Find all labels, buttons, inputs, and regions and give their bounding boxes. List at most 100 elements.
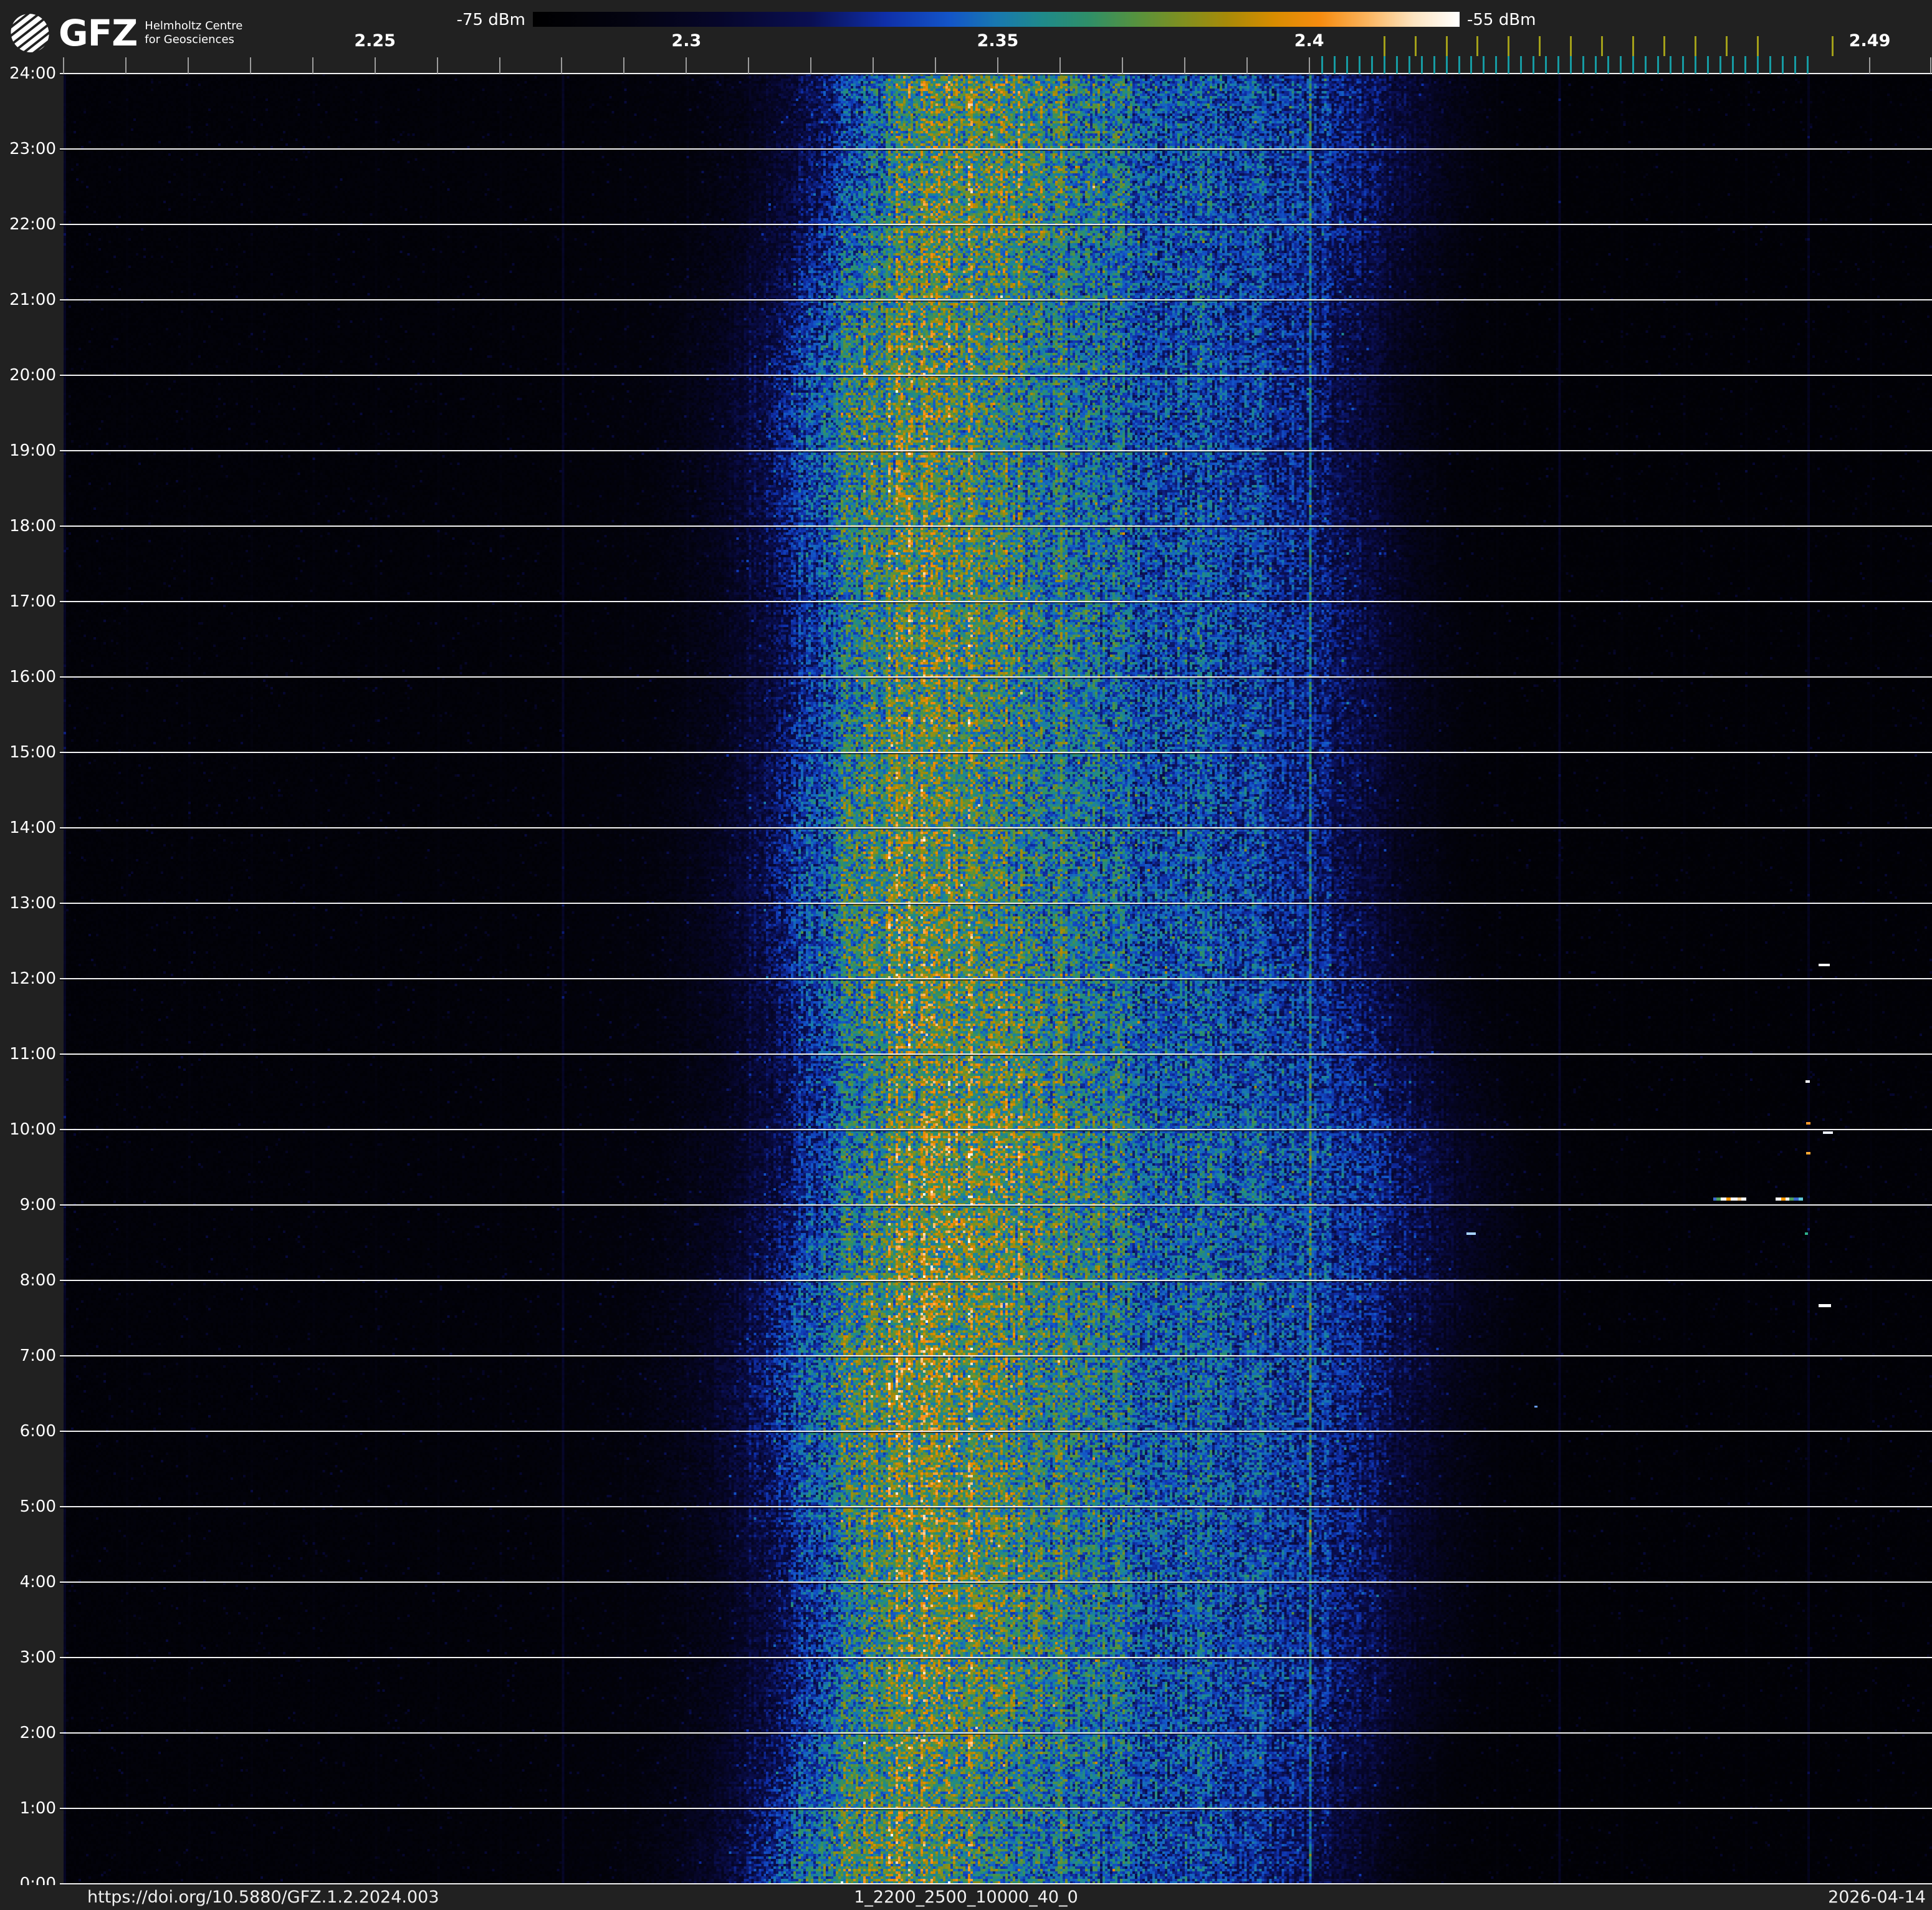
time-gridline	[60, 73, 1932, 74]
footer-doi: https://doi.org/10.5880/GFZ.1.2.2024.003	[87, 1885, 439, 1910]
freq-tick	[561, 57, 562, 74]
ble-channel-tick	[1483, 56, 1485, 74]
freq-tick	[1059, 57, 1061, 74]
ble-channel-tick	[1757, 56, 1759, 74]
signal-blip-segment	[1776, 1197, 1781, 1201]
ble-channel-tick	[1682, 56, 1684, 74]
signal-blip-segment	[1794, 1197, 1799, 1201]
freq-tick	[125, 57, 127, 74]
time-gridline	[60, 525, 1932, 527]
time-label: 14:00	[0, 818, 56, 837]
ble-channel-tick	[1557, 56, 1559, 74]
time-label: 16:00	[0, 668, 56, 686]
ble-channel-tick	[1458, 56, 1460, 74]
footer: 1_2200_2500_10000_40_0 https://doi.org/1…	[0, 1885, 1932, 1910]
freq-tick	[1246, 57, 1248, 74]
wifi-channel-tick	[1508, 36, 1509, 56]
time-label: 8:00	[0, 1271, 56, 1290]
freq-tick	[312, 57, 313, 74]
freq-tick	[375, 57, 376, 74]
freq-tick-label: 2.3	[649, 31, 724, 50]
signal-blip-segment	[1721, 1197, 1726, 1201]
freq-tick-label: 2.49	[1832, 31, 1907, 50]
freq-tick	[873, 57, 874, 74]
ble-channel-tick	[1595, 56, 1597, 74]
time-label: 18:00	[0, 517, 56, 535]
time-gridline	[60, 1355, 1932, 1356]
wifi-channel-tick	[1384, 36, 1385, 56]
freq-tick	[63, 57, 64, 74]
ble-channel-tick	[1744, 56, 1746, 74]
freq-tick	[1184, 57, 1185, 74]
ble-channel-tick	[1632, 56, 1634, 74]
time-label: 15:00	[0, 743, 56, 762]
colorbar-min-label: -75 dBm	[0, 11, 525, 29]
time-label: 4:00	[0, 1573, 56, 1591]
signal-blip	[1823, 1131, 1833, 1134]
time-label: 2:00	[0, 1724, 56, 1742]
time-gridline	[60, 903, 1932, 904]
wifi-channel-tick	[1663, 36, 1665, 56]
freq-tick-label: 2.25	[338, 31, 413, 50]
time-gridline	[60, 1883, 1932, 1884]
wifi-channel-tick	[1570, 36, 1572, 56]
wifi-channel-tick	[1415, 36, 1417, 56]
wifi-channel-tick	[1695, 36, 1696, 56]
time-label: 12:00	[0, 969, 56, 988]
freq-tick	[935, 57, 936, 74]
time-label: 13:00	[0, 894, 56, 913]
freq-tick	[623, 57, 624, 74]
ble-channel-tick	[1645, 56, 1647, 74]
time-label: 7:00	[0, 1346, 56, 1365]
ble-channel-tick	[1607, 56, 1609, 74]
time-gridline	[60, 752, 1932, 753]
ble-channel-tick	[1582, 56, 1584, 74]
signal-blip	[1805, 1080, 1810, 1083]
time-label: 9:00	[0, 1196, 56, 1214]
time-label: 24:00	[0, 64, 56, 83]
freq-tick	[748, 57, 749, 74]
time-gridline	[60, 1657, 1932, 1658]
ble-channel-tick	[1695, 56, 1696, 74]
freq-tick	[810, 57, 811, 74]
signal-blip	[1806, 1122, 1810, 1125]
time-gridline	[60, 1129, 1932, 1130]
wifi-channel-tick	[1446, 36, 1448, 56]
signal-blip-segment	[1731, 1197, 1738, 1201]
wifi-channel-tick	[1632, 36, 1634, 56]
time-gridline	[60, 1808, 1932, 1809]
ble-channel-tick	[1346, 56, 1348, 74]
time-label: 11:00	[0, 1045, 56, 1063]
ble-channel-tick	[1670, 56, 1671, 74]
time-gridline	[60, 978, 1932, 979]
time-label: 10:00	[0, 1120, 56, 1139]
wifi-channel-tick	[1757, 36, 1759, 56]
time-label: 5:00	[0, 1497, 56, 1516]
signal-blip-segment	[1799, 1197, 1803, 1201]
ble-channel-tick	[1807, 56, 1809, 74]
footer-date: 2026-04-14	[1828, 1885, 1926, 1910]
time-gridline	[60, 676, 1932, 678]
freq-tick-label: 2.35	[960, 31, 1035, 50]
ble-channel-tick	[1719, 56, 1721, 74]
time-gridline	[60, 1581, 1932, 1583]
time-label: 1:00	[0, 1799, 56, 1818]
ble-channel-tick	[1495, 56, 1497, 74]
freq-tick	[686, 57, 687, 74]
time-gridline	[60, 601, 1932, 602]
ble-channel-tick	[1334, 56, 1336, 74]
freq-tick-label: 2.4	[1272, 31, 1347, 50]
time-gridline	[60, 1431, 1932, 1432]
time-label: 19:00	[0, 441, 56, 460]
signal-blip	[1776, 1197, 1803, 1201]
time-label: 17:00	[0, 592, 56, 611]
ble-channel-tick	[1732, 56, 1734, 74]
signal-blip-segment	[1726, 1197, 1731, 1201]
signal-blip	[1819, 964, 1830, 966]
time-gridline	[60, 1204, 1932, 1206]
time-label: 3:00	[0, 1648, 56, 1667]
freq-tick	[437, 57, 438, 74]
signal-blip	[1713, 1197, 1746, 1201]
time-gridline	[60, 224, 1932, 225]
signal-blip	[1806, 1152, 1810, 1154]
